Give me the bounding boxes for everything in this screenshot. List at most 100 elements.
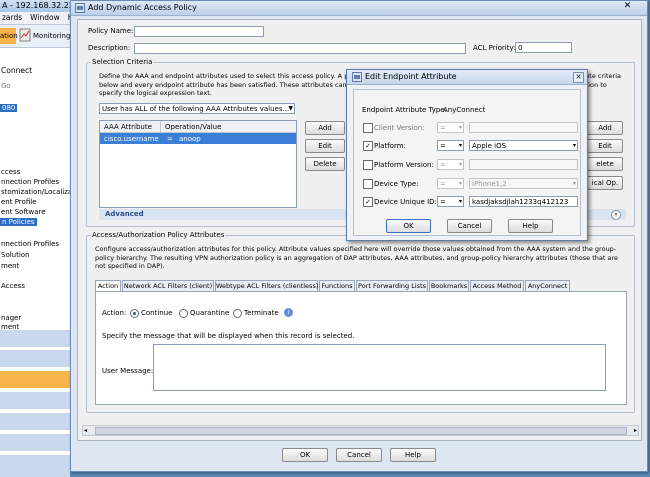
- menu-item[interactable]: Window: [30, 13, 60, 22]
- scroll-right-icon[interactable]: ▸: [634, 426, 637, 435]
- cancel-button[interactable]: Cancel: [336, 448, 382, 462]
- asdm-icon: [75, 3, 85, 13]
- sidebar-section[interactable]: [0, 434, 70, 451]
- sidebar-item[interactable]: Go: [1, 82, 11, 90]
- background-sidebar: Connect Go 080 ccess nnection Profiles s…: [0, 48, 70, 477]
- sidebar-item[interactable]: Connect: [1, 66, 32, 75]
- expand-chevron-icon[interactable]: »: [611, 210, 621, 220]
- endpoint-add-button[interactable]: Add: [587, 121, 623, 135]
- endpoint-edit-button[interactable]: Edit: [587, 139, 623, 153]
- tab-webtype-acl[interactable]: Webtype ACL Filters (clientless): [215, 280, 318, 291]
- table-row[interactable]: cisco.username = anoop: [100, 133, 296, 144]
- aaa-attribute-table: AAA Attribute Operation/Value cisco.user…: [99, 120, 297, 208]
- device-type-select[interactable]: iPhone1,2 ▾: [469, 178, 578, 189]
- sidebar-section[interactable]: [0, 392, 70, 409]
- device-unique-id-input[interactable]: kasdjaksdjlah1233q412123: [469, 196, 578, 207]
- continue-label: Continue: [141, 309, 173, 317]
- quarantine-radio[interactable]: [179, 309, 188, 318]
- sidebar-section[interactable]: [0, 455, 70, 477]
- sidebar-section[interactable]: [0, 330, 70, 347]
- sidebar-item[interactable]: ccess: [1, 168, 20, 176]
- client-version-checkbox[interactable]: [363, 123, 373, 133]
- platform-op[interactable]: = ▾: [437, 140, 464, 151]
- device-type-op[interactable]: = ▾: [437, 178, 464, 189]
- horizontal-scrollbar[interactable]: ◂ ▸: [82, 425, 639, 436]
- sidebar-item[interactable]: ent Profile: [1, 198, 36, 206]
- endpoint-cancel-button[interactable]: Cancel: [447, 219, 492, 233]
- client-version-op[interactable]: = ▾: [437, 122, 464, 133]
- aaa-edit-button[interactable]: Edit: [305, 139, 345, 153]
- client-version-input[interactable]: [469, 122, 578, 133]
- dialog-title: Add Dynamic Access Policy: [88, 3, 197, 12]
- column-header: Operation/Value: [165, 123, 222, 131]
- sidebar-item[interactable]: Solution: [1, 251, 30, 259]
- selection-criteria-legend: Selection Criteria: [91, 58, 154, 66]
- table-cell: cisco.username: [104, 135, 159, 143]
- aaa-delete-button[interactable]: Delete: [305, 157, 345, 171]
- device-type-checkbox[interactable]: [363, 179, 373, 189]
- acl-priority-label: ACL Priority:: [473, 44, 516, 52]
- policy-attributes-legend: Access/Authorization Policy Attributes: [91, 231, 226, 239]
- sidebar-item[interactable]: nager: [1, 314, 21, 322]
- platform-select[interactable]: Apple iOS ▾: [469, 140, 578, 151]
- sidebar-selected-item[interactable]: n Policies: [0, 218, 37, 226]
- terminate-label: Terminate: [244, 309, 279, 317]
- help-button[interactable]: Help: [390, 448, 436, 462]
- tab-port-forwarding[interactable]: Port Forwarding Lists: [356, 280, 428, 291]
- device-unique-id-checkbox[interactable]: ✓: [363, 197, 373, 207]
- tab-network-acl[interactable]: Network ACL Filters (client): [122, 280, 214, 291]
- configuration-button[interactable]: ation: [0, 28, 18, 44]
- sidebar-section-active[interactable]: [0, 371, 70, 388]
- platform-version-checkbox[interactable]: [363, 160, 373, 170]
- menu-item[interactable]: zards: [2, 13, 22, 22]
- edit-endpoint-attribute-dialog: Edit Endpoint Attribute ✕ Endpoint Attri…: [346, 69, 588, 241]
- sidebar-item[interactable]: ment: [1, 262, 19, 270]
- tab-bookmarks[interactable]: Bookmarks: [429, 280, 469, 291]
- logical-op-button[interactable]: ical Op.: [587, 176, 623, 190]
- sidebar-item[interactable]: nnection Profiles: [1, 240, 59, 248]
- sidebar-item[interactable]: nnection Profiles: [1, 178, 59, 186]
- sidebar-selected-item[interactable]: 080: [0, 104, 18, 112]
- ok-button[interactable]: OK: [282, 448, 328, 462]
- user-message-textarea[interactable]: [153, 344, 606, 391]
- info-icon[interactable]: i: [284, 308, 293, 317]
- policy-attributes-group: Access/Authorization Policy Attributes C…: [86, 231, 635, 413]
- terminate-radio[interactable]: [233, 309, 242, 318]
- sidebar-item[interactable]: ent Software: [1, 208, 46, 216]
- policy-attributes-description: Configure access/authorization attribute…: [95, 245, 618, 270]
- endpoint-help-button[interactable]: Help: [508, 219, 553, 233]
- platform-version-label: Platform Version:: [374, 161, 434, 169]
- device-unique-id-label: Device Unique ID:: [374, 198, 437, 206]
- column-header: AAA Attribute: [104, 123, 152, 131]
- scroll-left-icon[interactable]: ◂: [84, 426, 87, 435]
- policy-name-input[interactable]: [134, 26, 264, 37]
- sidebar-section[interactable]: [0, 350, 70, 367]
- aaa-add-button[interactable]: Add: [305, 121, 345, 135]
- tab-action[interactable]: Action: [95, 280, 121, 291]
- sidebar-item[interactable]: Access: [1, 282, 25, 290]
- platform-version-input[interactable]: [469, 159, 578, 170]
- device-unique-id-op[interactable]: = ▾: [437, 196, 464, 207]
- platform-checkbox[interactable]: ✓: [363, 141, 373, 151]
- description-input[interactable]: [134, 43, 466, 54]
- tab-anyconnect[interactable]: AnyConnect: [525, 280, 570, 291]
- tab-access-method[interactable]: Access Method: [470, 280, 524, 291]
- tab-functions[interactable]: Functions: [319, 280, 355, 291]
- background-toolbar: ation Monitoring: [0, 25, 80, 48]
- dropdown-arrow-icon: ▾: [458, 142, 462, 149]
- close-icon[interactable]: ✕: [623, 2, 632, 11]
- platform-version-op[interactable]: = ▾: [437, 159, 464, 170]
- scrollbar-thumb[interactable]: [95, 427, 627, 435]
- description-label: Description:: [88, 44, 131, 52]
- table-cell: =: [167, 135, 173, 143]
- table-header: AAA Attribute Operation/Value: [100, 121, 296, 133]
- sidebar-section[interactable]: [0, 413, 70, 430]
- sidebar-item[interactable]: stomization/Localizati: [1, 188, 70, 196]
- continue-radio[interactable]: [130, 309, 139, 318]
- endpoint-delete-button[interactable]: elete: [587, 157, 623, 171]
- aaa-match-select[interactable]: User has ALL of the following AAA Attrib…: [99, 103, 295, 114]
- endpoint-ok-button[interactable]: OK: [386, 219, 431, 233]
- close-icon[interactable]: ✕: [573, 72, 584, 83]
- acl-priority-input[interactable]: 0: [515, 42, 572, 53]
- monitoring-icon[interactable]: [19, 28, 32, 44]
